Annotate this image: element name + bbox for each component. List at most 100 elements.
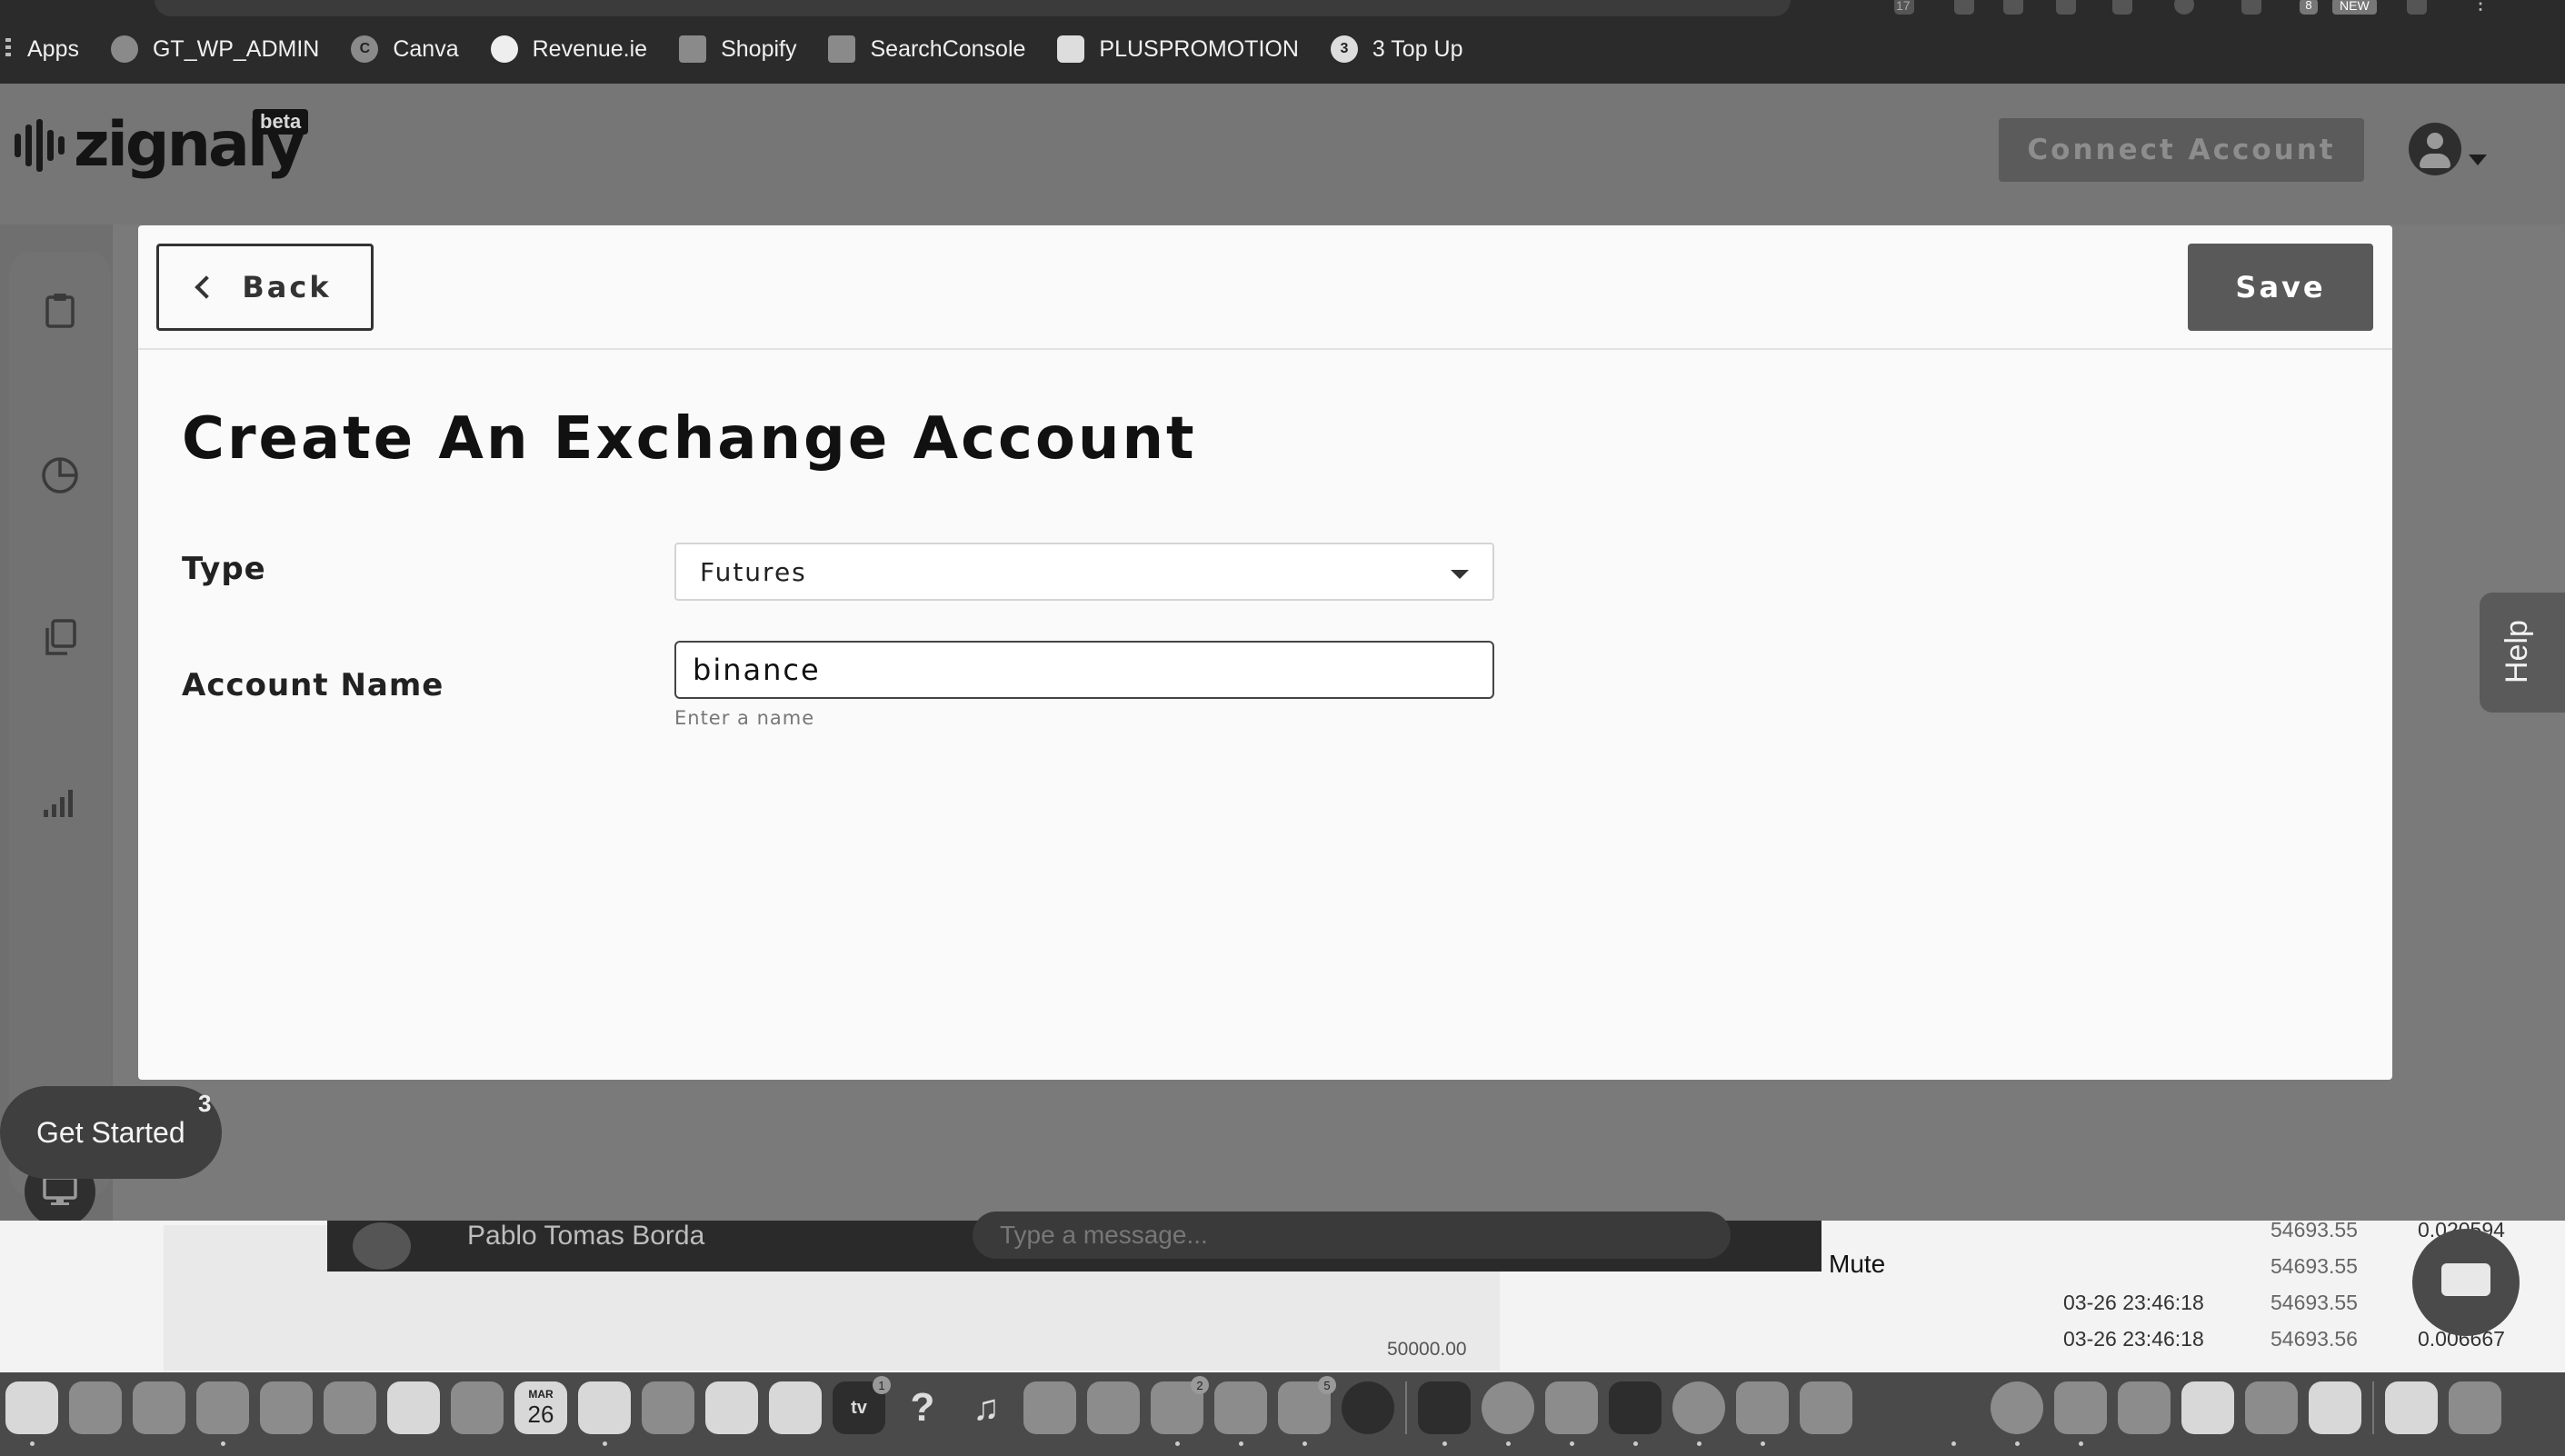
account-name-hint: Enter a name [674,707,815,729]
calendar-month: MAR [528,1387,554,1401]
safari-icon[interactable] [133,1381,185,1434]
bookmark-label: Shopify [721,35,797,62]
clipboard-icon[interactable] [38,288,82,332]
outlook-badge: 5 [1318,1376,1336,1394]
outlook-icon[interactable]: 5 [1278,1376,1336,1446]
reminders-icon[interactable] [705,1381,758,1434]
extension-icon[interactable] [2003,0,2023,15]
back-button[interactable]: Back [156,244,374,331]
contacts-icon[interactable] [642,1381,694,1434]
launchpad-icon[interactable] [69,1381,122,1434]
bookmark-searchconsole[interactable]: SearchConsole [828,35,1025,63]
messenger-icon[interactable] [1991,1381,2043,1446]
account-name-label: Account Name [182,667,444,703]
chat-message-input[interactable]: Type a message... [973,1212,1731,1259]
chat-support-icon[interactable] [2412,1229,2520,1336]
mute-label[interactable]: Mute [1829,1250,1885,1279]
calendar-day: 26 [527,1400,554,1428]
bookmark-shopify[interactable]: Shopify [679,35,796,63]
document-icon[interactable] [2181,1381,2234,1434]
vlc-icon[interactable] [1863,1381,1916,1434]
address-bar[interactable] [155,0,1791,16]
connect-account-button[interactable]: Connect Account [1999,118,2364,182]
user-avatar-icon[interactable] [2409,123,2461,175]
music-icon[interactable]: ♫ [960,1381,1013,1434]
bookmark-label: Canva [393,35,459,62]
tv-badge: 1 [873,1376,891,1394]
bookmark-pluspromotion[interactable]: PLUSPROMOTION [1057,35,1299,63]
calendar-icon[interactable]: MAR 26 [514,1381,567,1434]
pie-chart-icon[interactable] [38,454,82,497]
bookmark-canva[interactable]: C Canva [351,35,459,63]
bookmark-label: Revenue.ie [532,35,648,62]
excel-icon[interactable] [2118,1381,2171,1434]
dock-separator [1405,1381,1407,1434]
opera-icon[interactable] [1342,1381,1394,1434]
type-select-value: Futures [700,556,807,587]
textedit-icon[interactable] [2309,1381,2361,1434]
screen-recorder-icon[interactable] [2054,1381,2107,1446]
mail-icon[interactable] [260,1381,313,1434]
bookmark-gt-wp-admin[interactable]: GT_WP_ADMIN [110,35,319,63]
create-exchange-account-modal: Back Save Create An Exchange Account Typ… [138,225,2392,1080]
whatsapp-icon[interactable] [1482,1381,1534,1446]
extension-icon[interactable] [2056,0,2076,15]
sidebar-panel [9,252,111,1197]
menu-dots-icon[interactable]: ⋮ [2472,0,2492,15]
tv-label: tv [851,1397,867,1418]
zignaly-logo[interactable]: zignaly beta [15,109,309,176]
apple-tv-icon[interactable]: tv 1 [833,1376,891,1434]
notes-icon[interactable] [769,1381,822,1434]
downloads-icon[interactable] [2385,1381,2438,1434]
save-button[interactable]: Save [2188,244,2373,331]
extension-icon[interactable] [2174,0,2194,15]
podcasts-icon[interactable] [1023,1381,1076,1434]
extension-icon[interactable] [2407,0,2427,15]
forklift-icon[interactable] [1545,1381,1598,1446]
terminal-icon[interactable] [1609,1381,1662,1446]
row-time: 03-26 23:46:18 [2063,1327,2204,1351]
finder-icon[interactable] [5,1381,58,1446]
type-select[interactable]: Futures [674,543,1494,601]
get-started-label: Get Started [36,1115,185,1149]
help-label: Help [2500,620,2534,683]
system-info-icon[interactable] [2245,1381,2298,1434]
trash-icon[interactable] [2449,1381,2501,1434]
new-badge: NEW [2332,0,2377,15]
system-preferences-icon[interactable]: 2 [1151,1376,1209,1446]
telegram-icon[interactable] [1672,1381,1725,1446]
help-question-icon[interactable]: ? [896,1381,949,1434]
logo-bars-icon [15,118,65,173]
chat-contact-name: Pablo Tomas Borda [467,1221,705,1251]
activity-monitor-icon[interactable] [1418,1381,1471,1446]
copy-icon[interactable] [38,615,82,659]
app-store-icon[interactable] [1087,1381,1140,1434]
word-icon[interactable] [1800,1381,1852,1434]
help-tab[interactable]: Help [2480,593,2565,713]
get-started-button[interactable]: Get Started 3 [0,1086,222,1179]
sublime-icon[interactable] [1736,1381,1789,1446]
bookmark-apps[interactable]: Apps [5,36,79,63]
dropdown-caret-icon [1451,570,1469,579]
bookmark-revenue[interactable]: Revenue.ie [490,35,648,63]
chart-price-label: 50000.00 [1387,1339,1467,1360]
search-console-icon [828,35,856,63]
bookmark-3-top-up[interactable]: 3 3 Top Up [1330,35,1463,63]
photos-icon[interactable] [387,1381,440,1434]
page-title: Create An Exchange Account [182,405,1197,473]
messages-icon[interactable] [196,1381,249,1446]
harp-icon [490,35,518,63]
account-name-input[interactable] [674,641,1494,699]
extension-icon[interactable] [2112,0,2132,15]
camera-icon[interactable] [1214,1381,1267,1446]
browser-toolbar: 17 8 NEW ⋮ Apps GT_WP_ADMIN C Canva Reve… [0,0,2565,84]
extension-icon[interactable] [2241,0,2261,15]
chevron-down-icon[interactable] [2469,155,2487,165]
bookmark-label: SearchConsole [870,35,1026,62]
maps-icon[interactable] [324,1381,376,1434]
network-icon[interactable] [1927,1381,1980,1446]
preview-icon[interactable] [578,1381,631,1446]
extension-icon[interactable] [1954,0,1974,15]
facetime-icon[interactable] [451,1381,504,1434]
signal-bars-icon[interactable] [38,781,82,824]
